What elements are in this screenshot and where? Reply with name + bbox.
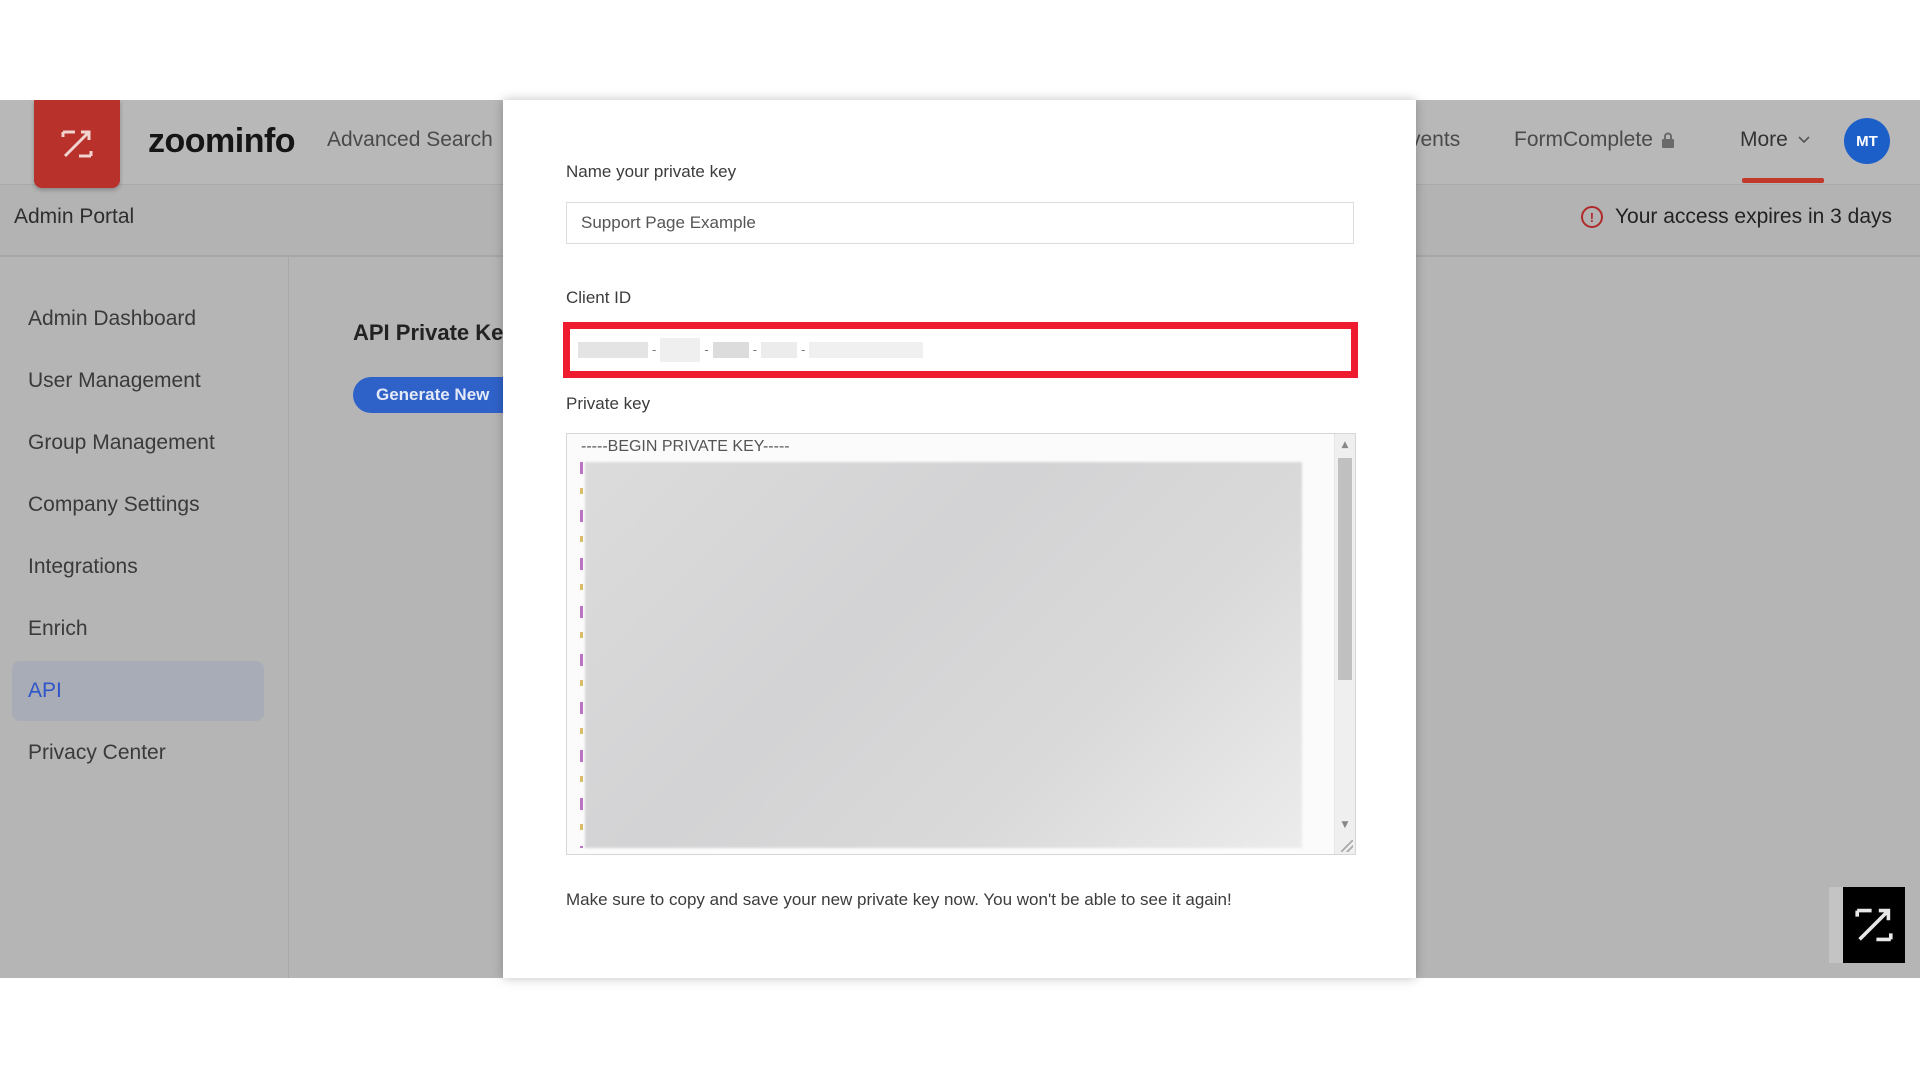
- sidebar-item-enrich[interactable]: Enrich: [12, 599, 264, 659]
- access-expiry-text: Your access expires in 3 days: [1614, 205, 1892, 228]
- separator: -: [704, 343, 709, 357]
- redacted-segment: [809, 342, 924, 358]
- sidebar-item-company-settings[interactable]: Company Settings: [12, 475, 264, 535]
- zoominfo-z-icon: [1855, 908, 1893, 942]
- scrollbar-thumb[interactable]: [1338, 458, 1352, 680]
- private-key-textarea[interactable]: -----BEGIN PRIVATE KEY----- ▲ ▼: [566, 433, 1356, 855]
- sidebar-item-group-management[interactable]: Group Management: [12, 413, 264, 473]
- redacted-key-margin: [580, 462, 583, 848]
- access-expiry-warning: ! Your access expires in 3 days: [1580, 205, 1892, 229]
- chevron-down-icon: [1798, 136, 1810, 144]
- separator: -: [752, 343, 758, 357]
- private-key-label: Private key: [566, 394, 651, 413]
- separator: -: [801, 343, 806, 357]
- nav-formcomplete[interactable]: FormComplete: [1514, 128, 1675, 152]
- resize-handle-icon[interactable]: [1341, 840, 1353, 852]
- nav-more-dropdown[interactable]: More: [1740, 128, 1810, 152]
- user-avatar[interactable]: MT: [1844, 118, 1890, 164]
- admin-portal-title: Admin Portal: [14, 205, 135, 228]
- client-id-label: Client ID: [566, 288, 632, 307]
- sidebar-item-api[interactable]: API: [12, 661, 264, 721]
- zoominfo-logo-button[interactable]: [34, 100, 120, 188]
- page-title: API Private Keys: [353, 320, 528, 345]
- nav-formcomplete-label: FormComplete: [1514, 128, 1653, 151]
- separator: -: [652, 343, 657, 357]
- alert-circle-icon: !: [1580, 206, 1603, 228]
- private-key-modal: Name your private key Client ID - - - - …: [503, 100, 1416, 978]
- lock-icon: [1661, 132, 1674, 148]
- zoominfo-widget-button[interactable]: [1843, 887, 1905, 963]
- key-name-input[interactable]: [566, 202, 1354, 244]
- scroll-up-arrow-icon[interactable]: ▲: [1335, 436, 1355, 454]
- private-key-header-text: -----BEGIN PRIVATE KEY-----: [581, 438, 790, 455]
- brand-wordmark: zoominfo: [148, 122, 296, 160]
- sidebar-item-admin-dashboard[interactable]: Admin Dashboard: [12, 289, 264, 349]
- nav-events[interactable]: vents: [1410, 128, 1460, 152]
- sidebar-item-user-management[interactable]: User Management: [12, 351, 264, 411]
- scroll-down-arrow-icon[interactable]: ▼: [1335, 816, 1355, 834]
- nav-advanced-search[interactable]: Advanced Search: [327, 128, 493, 152]
- redacted-segment: [578, 342, 648, 358]
- admin-sidebar: Admin Dashboard User Management Group Ma…: [0, 257, 289, 978]
- sidebar-item-privacy-center[interactable]: Privacy Center: [12, 723, 264, 783]
- textarea-scrollbar[interactable]: ▲ ▼: [1334, 434, 1355, 854]
- zoominfo-z-icon: [61, 130, 93, 158]
- sidebar-item-integrations[interactable]: Integrations: [12, 537, 264, 597]
- client-id-field-highlighted[interactable]: - - - -: [563, 322, 1358, 378]
- save-key-notice: Make sure to copy and save your new priv…: [566, 890, 1232, 909]
- redacted-segment: [761, 342, 798, 358]
- key-name-label: Name your private key: [566, 162, 737, 181]
- blurred-private-key-content: [585, 462, 1302, 848]
- active-nav-indicator: [1742, 178, 1824, 183]
- redacted-segment: [660, 338, 701, 362]
- nav-more-label: More: [1740, 128, 1788, 151]
- redacted-segment: [712, 342, 749, 358]
